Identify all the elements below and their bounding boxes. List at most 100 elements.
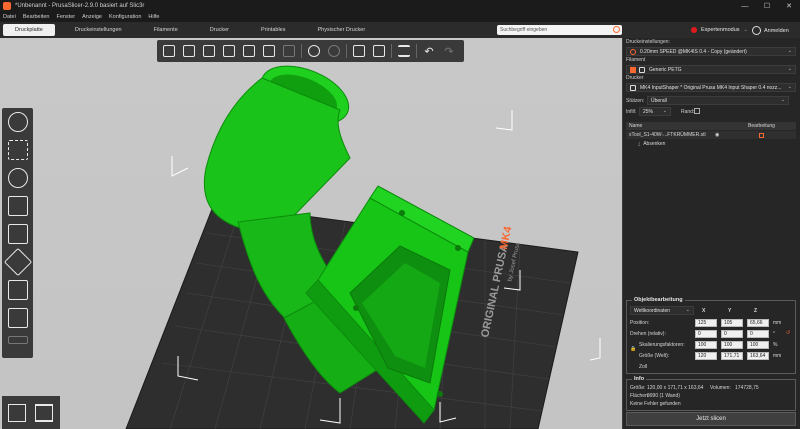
add-instance-icon[interactable] <box>306 43 322 59</box>
preview-icon[interactable] <box>35 404 53 422</box>
menu-bar: Datei Bearbeiten Fenster Anzeige Konfigu… <box>0 12 800 22</box>
layers-editing-icon[interactable] <box>396 43 412 59</box>
filament-value: Generic PETG <box>649 66 682 73</box>
scale-z-field[interactable]: 100 <box>747 341 769 349</box>
scale-lock-icon[interactable]: 🔒 <box>630 346 636 352</box>
brim-label: Rand: <box>681 109 695 115</box>
rotation-label: Drehen (relativ): <box>630 331 666 337</box>
coord-system-combo[interactable]: Weltkoordinaten ⌄ <box>630 306 694 315</box>
position-unit: mm <box>773 320 782 326</box>
supports-combo[interactable]: Überall ⌄ <box>647 96 789 105</box>
scale-y-field[interactable]: 100 <box>721 341 743 349</box>
chevron-down-icon: ⌄ <box>787 66 792 72</box>
position-x-field[interactable]: 125 <box>695 319 717 327</box>
object-list-item[interactable]: ⤓ Absenken <box>626 140 796 148</box>
scale-x-field[interactable]: 100 <box>695 341 717 349</box>
tab-druckeinstellungen[interactable]: Druckeinstellungen <box>63 24 134 36</box>
view-switcher <box>2 396 60 429</box>
undo-icon[interactable]: ↶ <box>421 43 437 59</box>
size-z-field[interactable]: 163,64 <box>747 352 769 360</box>
filament-color-swatch <box>630 67 636 73</box>
position-z-field[interactable]: 65,66 <box>747 319 769 327</box>
copy-icon[interactable] <box>261 43 277 59</box>
search-placeholder: Suchbegriff eingeben <box>500 27 548 33</box>
mode-selector[interactable]: Expertenmodus ⌄ <box>691 27 748 33</box>
delete-all-icon[interactable] <box>201 43 217 59</box>
maximize-button[interactable]: ☐ <box>756 0 778 12</box>
rotation-y-field[interactable]: 0 <box>721 330 743 338</box>
delete-icon[interactable] <box>181 43 197 59</box>
toolbar-separator <box>346 44 347 58</box>
menu-hilfe[interactable]: Hilfe <box>148 14 159 20</box>
remove-instance-icon[interactable] <box>326 43 342 59</box>
slice-now-button[interactable]: Jetzt slicen <box>626 412 796 426</box>
object-list-row[interactable]: xTool_S1-40W-...FTKRÜMMER.stl ◉ <box>626 131 796 139</box>
menu-anzeige[interactable]: Anzeige <box>82 14 102 20</box>
scale-unit: % <box>773 342 778 348</box>
cut-icon[interactable] <box>8 224 28 244</box>
scene-canvas: ORIGINAL PRUSA MK4 by Josef Prusa <box>125 65 601 429</box>
user-avatar-icon <box>752 26 761 35</box>
tab-printables[interactable]: Printables <box>249 24 297 36</box>
arrange-icon[interactable] <box>221 43 237 59</box>
window-title: *Unbenannt - PrusaSlicer-2.9.0 basiert a… <box>15 3 145 9</box>
supports-label: Stützen: <box>626 98 645 104</box>
tab-bar: Druckplatte Druckeinstellungen Filamente… <box>0 22 800 38</box>
brim-checkbox[interactable] <box>694 108 700 114</box>
search-icon[interactable] <box>613 26 620 33</box>
axis-z-label: Z <box>754 308 758 314</box>
mmu-painting-icon[interactable] <box>8 308 28 328</box>
print-settings-combo[interactable]: 0.20mm SPEED @MK4IS 0.4 - Copy (geändert… <box>626 47 796 56</box>
scale-label: Skalierungsfaktoren: <box>639 342 685 348</box>
print-settings-label: Druckeinstellungen: <box>626 39 670 45</box>
menu-konfiguration[interactable]: Konfiguration <box>109 14 141 20</box>
printer-icon <box>630 85 636 91</box>
tab-drucker[interactable]: Drucker <box>198 24 241 36</box>
move-icon[interactable] <box>8 112 28 132</box>
eye-icon[interactable]: ◉ <box>715 132 719 138</box>
info-volume-label: Volumen: <box>710 385 731 391</box>
split-objects-icon[interactable] <box>351 43 367 59</box>
paste-icon[interactable] <box>281 43 297 59</box>
3d-view-icon[interactable] <box>8 404 26 422</box>
print-settings-value: 0.20mm SPEED @MK4IS 0.4 - Copy (geändert… <box>640 48 747 55</box>
tab-physischer-drucker[interactable]: Physischer Drucker <box>306 24 378 36</box>
axis-x-label: X <box>702 308 706 314</box>
rotate-icon[interactable] <box>8 168 28 188</box>
menu-bearbeiten[interactable]: Bearbeiten <box>23 14 50 20</box>
rotation-z-field[interactable]: 0 <box>747 330 769 338</box>
column-name: Name <box>629 123 643 129</box>
seam-painting-icon[interactable] <box>8 280 28 300</box>
edit-icon[interactable] <box>759 132 765 138</box>
menu-fenster[interactable]: Fenster <box>56 14 75 20</box>
infill-combo[interactable]: 25% ⌄ <box>639 107 671 116</box>
filament-combo[interactable]: Generic PETG ⌄ <box>626 65 796 74</box>
printer-combo[interactable]: MK4 InputShaper * Original Prusa MK4 Inp… <box>626 83 796 92</box>
close-button[interactable]: ✕ <box>778 0 800 12</box>
size-y-field[interactable]: 171,71 <box>721 352 743 360</box>
login-button[interactable]: Anmelden <box>752 26 789 35</box>
add-icon[interactable] <box>161 43 177 59</box>
measure-icon[interactable] <box>8 336 28 344</box>
place-on-face-icon[interactable] <box>8 196 28 216</box>
position-y-field[interactable]: 105 <box>721 319 743 327</box>
arrange-selection-icon[interactable] <box>241 43 257 59</box>
menu-datei[interactable]: Datei <box>3 14 16 20</box>
support-painting-icon[interactable] <box>3 247 33 277</box>
infill-value: 25% <box>643 108 654 115</box>
minimize-button[interactable]: — <box>734 0 756 12</box>
search-input[interactable]: Suchbegriff eingeben <box>497 25 622 35</box>
size-x-field[interactable]: 120 <box>695 352 717 360</box>
3d-viewport[interactable]: ORIGINAL PRUSA MK4 by Josef Prusa ↶ ↷ <box>0 38 622 429</box>
scale-icon[interactable] <box>8 140 28 160</box>
reset-rotation-icon[interactable]: ↺ <box>786 330 790 336</box>
axis-y-label: Y <box>728 308 732 314</box>
tab-druckplatte[interactable]: Druckplatte <box>3 24 55 36</box>
redo-icon[interactable]: ↷ <box>441 43 457 59</box>
toolbar-separator <box>391 44 392 58</box>
rotation-x-field[interactable]: 0 <box>695 330 717 338</box>
info-title: Info <box>632 376 647 382</box>
tab-filamente[interactable]: Filamente <box>142 24 190 36</box>
drop-to-bed-icon: ⤓ <box>638 141 641 147</box>
split-parts-icon[interactable] <box>371 43 387 59</box>
